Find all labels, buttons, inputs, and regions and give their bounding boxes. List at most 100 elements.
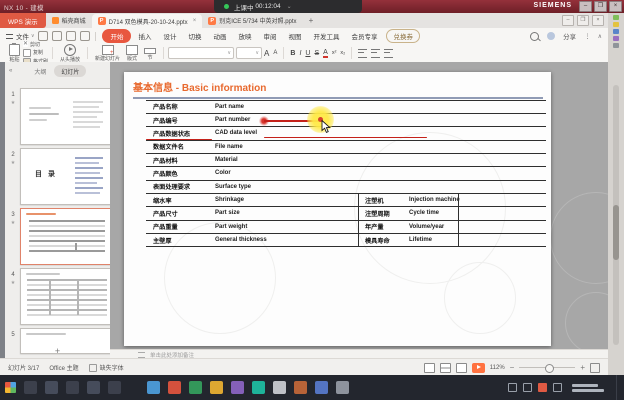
slide-thumbnail-2[interactable]: 目 录 <box>20 148 114 205</box>
taskbar-app-icon[interactable] <box>108 381 121 394</box>
subscript-button[interactable]: x₂ <box>340 50 345 56</box>
cell-en[interactable]: Color <box>208 170 358 176</box>
missing-font-indicator[interactable]: 缺失字体 <box>89 363 124 372</box>
editing-canvas[interactable]: 基本信息 - Basic information 产品名称 Part name … <box>110 62 608 350</box>
scrollbar-thumb[interactable] <box>613 205 619 260</box>
cell-en[interactable]: Part weight <box>208 224 358 230</box>
cell-en[interactable]: File name <box>208 144 358 150</box>
cell-cn[interactable]: 主壁厚 <box>146 236 208 245</box>
taskbar-clock[interactable] <box>572 384 604 392</box>
recording-overlay[interactable]: 上课中 00:12:04 ⌄ <box>214 0 362 13</box>
decrease-font-button[interactable]: A <box>273 50 277 56</box>
close-icon[interactable]: × <box>193 18 197 24</box>
tab-outline[interactable]: 大纲 <box>34 67 46 76</box>
tab-store[interactable]: 稻壳商城 <box>46 13 92 28</box>
align-left-icon[interactable] <box>358 49 367 58</box>
tab-slideshow[interactable]: 放映 <box>233 29 256 43</box>
tab-view[interactable]: 视图 <box>283 29 306 43</box>
share-button[interactable]: 分享 <box>563 31 576 41</box>
basic-information-table[interactable]: 产品名称 Part name 产品编号 Part number 产品数据状态 C… <box>146 100 546 248</box>
cell-empty[interactable] <box>458 221 546 233</box>
promo-pill[interactable]: 兑换券 <box>386 29 420 43</box>
new-slide-button[interactable]: 新建幻灯片 <box>95 45 120 62</box>
copy-button[interactable]: 复制 <box>23 49 48 57</box>
nx-close-button[interactable]: × <box>609 1 622 12</box>
cell-en[interactable]: Material <box>208 157 358 163</box>
cell-en[interactable]: Shrinkage <box>208 197 358 203</box>
taskbar-app-icon[interactable] <box>147 381 160 394</box>
nx-tool-icon[interactable] <box>613 36 619 41</box>
cell-en2[interactable]: Cycle time <box>404 210 458 216</box>
tab-membership[interactable]: 会员专享 <box>346 29 382 43</box>
cell-en2[interactable]: Lifetime <box>404 237 458 243</box>
search-icon[interactable] <box>530 32 539 41</box>
tab-transition[interactable]: 切换 <box>183 29 206 43</box>
nx-tool-icon[interactable] <box>613 15 619 20</box>
fit-to-window-icon[interactable] <box>590 363 600 373</box>
file-menu-button[interactable]: 文件 ∨ <box>6 31 34 41</box>
strikethrough-button[interactable]: S <box>314 50 319 57</box>
nx-tool-icon[interactable] <box>613 29 619 34</box>
avatar[interactable] <box>547 32 555 40</box>
cell-empty[interactable] <box>458 194 546 206</box>
tab-slides[interactable]: 幻灯片 <box>54 65 86 77</box>
tab-review[interactable]: 审阅 <box>258 29 281 43</box>
cell-en[interactable]: Part name <box>208 104 358 110</box>
reading-view-icon[interactable] <box>456 363 467 373</box>
nx-tool-icon[interactable] <box>613 22 619 27</box>
cell-cn[interactable]: 产品编号 <box>146 116 208 125</box>
wps-restore-button[interactable]: ❐ <box>577 15 589 26</box>
cell-cn[interactable]: 产品尺寸 <box>146 209 208 218</box>
print-icon[interactable] <box>52 31 62 41</box>
cell-cn[interactable]: 缩水率 <box>146 196 208 205</box>
zoom-slider[interactable] <box>519 367 575 369</box>
slide-thumbnail-4[interactable] <box>20 268 114 325</box>
cell-empty[interactable] <box>458 207 546 219</box>
cell-cn[interactable]: 表面处理要求 <box>146 182 208 191</box>
paste-button[interactable]: 粘贴 <box>9 44 20 63</box>
font-color-button[interactable]: A <box>323 49 328 58</box>
align-center-icon[interactable] <box>371 49 380 58</box>
add-slide-button[interactable]: + <box>5 346 110 356</box>
slide-thumbnail-1[interactable] <box>20 88 114 145</box>
cell-en2[interactable]: Injection machine <box>404 197 458 203</box>
tab-devtools[interactable]: 开发工具 <box>308 29 344 43</box>
show-desktop-button[interactable] <box>616 375 620 400</box>
cell-en2[interactable]: Volume/year <box>404 224 458 230</box>
start-button[interactable] <box>5 382 16 393</box>
cell-cn[interactable]: 数据文件名 <box>146 142 208 151</box>
wps-close-button[interactable]: × <box>592 15 604 26</box>
zoom-in-button[interactable]: + <box>580 364 585 372</box>
taskbar-app-icon[interactable] <box>336 381 349 394</box>
tray-icon[interactable] <box>538 383 547 392</box>
taskbar-app-icon[interactable] <box>45 381 58 394</box>
taskbar-app-icon[interactable] <box>24 381 37 394</box>
cell-cn[interactable]: 产品材料 <box>146 156 208 165</box>
font-name-select[interactable]: ∨ <box>168 47 234 59</box>
increase-font-button[interactable]: A <box>264 49 269 58</box>
cell-cn2[interactable]: 注塑周期 <box>358 207 404 219</box>
collapse-panel-icon[interactable]: « <box>9 68 12 74</box>
cell-en[interactable]: Part size <box>208 210 358 216</box>
taskbar-app-icon[interactable] <box>87 381 100 394</box>
cell-en[interactable]: General thickness <box>208 237 358 243</box>
theme-name[interactable]: Office 主题 <box>49 363 78 372</box>
nx-tool-icon[interactable] <box>613 43 619 48</box>
play-slideshow-button[interactable] <box>472 363 485 373</box>
cell-en[interactable]: CAD data level <box>208 130 358 136</box>
tray-icon[interactable] <box>508 383 517 392</box>
save-icon[interactable] <box>38 31 48 41</box>
zoom-slider-knob[interactable] <box>545 364 554 373</box>
section-button[interactable]: 节 <box>144 46 156 61</box>
nx-minimize-button[interactable]: – <box>579 1 592 12</box>
tray-icon[interactable] <box>553 383 562 392</box>
taskbar-app-icon[interactable] <box>294 381 307 394</box>
cell-empty[interactable] <box>458 234 546 246</box>
wps-menu-button[interactable]: WPS 演示 <box>0 13 46 28</box>
chevron-down-icon[interactable]: ⌄ <box>287 3 292 10</box>
taskbar-app-icon[interactable] <box>231 381 244 394</box>
taskbar-app-icon[interactable] <box>252 381 265 394</box>
superscript-button[interactable]: x² <box>332 50 337 56</box>
play-from-start-button[interactable]: 从头播放 <box>60 44 80 63</box>
cell-cn2[interactable]: 注塑机 <box>358 194 404 206</box>
